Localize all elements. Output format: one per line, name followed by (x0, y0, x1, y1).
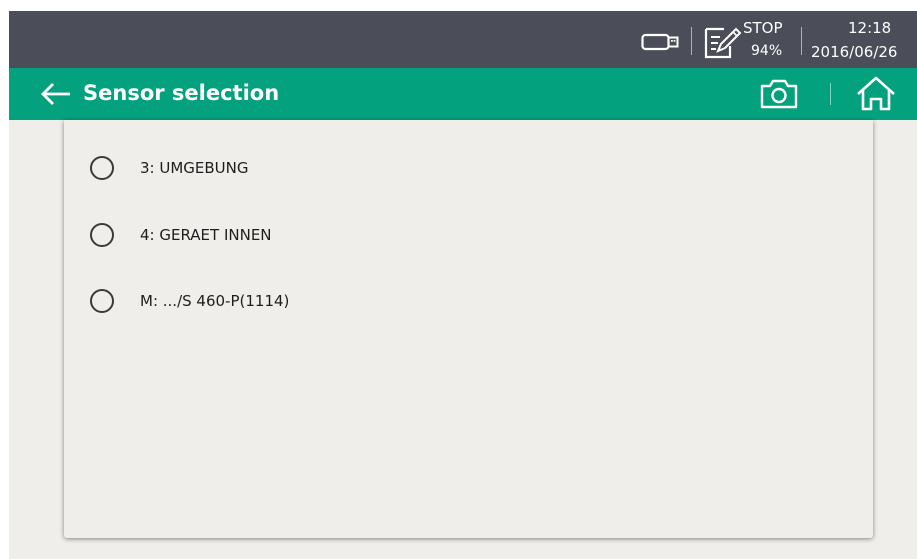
sensor-option-label: 4: GERAET INNEN (140, 226, 272, 244)
title-bar: Sensor selection (9, 68, 917, 120)
clock-date: 2016/06/26 (811, 43, 898, 61)
sensor-option-label: 3: UMGEBUNG (140, 159, 249, 177)
radio-button[interactable] (90, 223, 114, 247)
sensor-option[interactable]: 4: GERAET INNEN (88, 217, 788, 257)
sensor-list-panel: 3: UMGEBUNG 4: GERAET INNEN M: .../S 460… (64, 120, 873, 538)
usb-stick-icon (641, 33, 679, 51)
status-separator (801, 27, 802, 55)
clock-time: 12:18 (848, 19, 892, 37)
device-screen: STOP 94% 12:18 2016/06/26 Sensor selecti… (9, 11, 917, 559)
sensor-option-label: M: .../S 460-P(1114) (140, 292, 290, 310)
sensor-option[interactable]: M: .../S 460-P(1114) (88, 283, 788, 323)
back-arrow-icon[interactable] (39, 80, 73, 108)
page-title: Sensor selection (83, 81, 280, 105)
radio-button[interactable] (90, 156, 114, 180)
sensor-option[interactable]: 3: UMGEBUNG (88, 150, 788, 190)
title-separator (830, 83, 831, 105)
camera-icon[interactable] (757, 76, 801, 112)
radio-button[interactable] (90, 289, 114, 313)
memo-pen-icon (704, 27, 742, 59)
status-bar: STOP 94% 12:18 2016/06/26 (9, 11, 917, 68)
home-icon[interactable] (854, 75, 898, 113)
status-separator (691, 27, 692, 55)
battery-level: 94% (751, 43, 783, 59)
measurement-state: STOP (743, 19, 783, 37)
